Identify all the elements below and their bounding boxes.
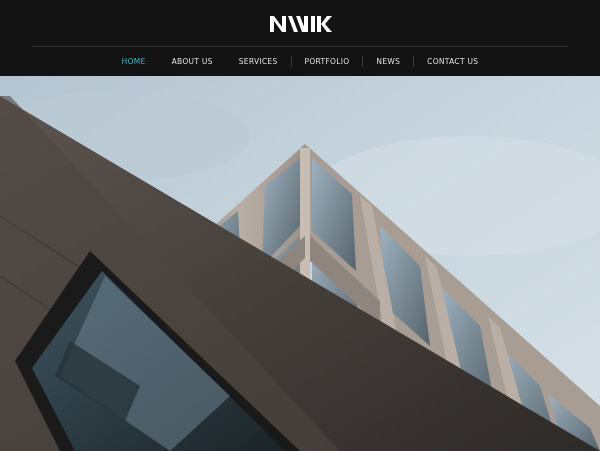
nav-item-home[interactable]: HOME: [109, 56, 159, 68]
logo-icon: [270, 16, 332, 32]
nav-item-services[interactable]: SERVICES: [226, 56, 291, 68]
logo[interactable]: [0, 10, 600, 38]
hero-image: [0, 76, 600, 451]
nav-item-about-us[interactable]: ABOUT US: [159, 56, 226, 68]
nav-item-news[interactable]: NEWS: [363, 56, 413, 68]
site-header: HOME ABOUT US SERVICES PORTFOLIO NEWS CO…: [0, 0, 600, 76]
building-illustration: [0, 76, 600, 451]
nav-item-portfolio[interactable]: PORTFOLIO: [292, 56, 363, 68]
main-nav: HOME ABOUT US SERVICES PORTFOLIO NEWS CO…: [0, 47, 600, 76]
nav-item-contact-us[interactable]: CONTACT US: [414, 56, 491, 68]
